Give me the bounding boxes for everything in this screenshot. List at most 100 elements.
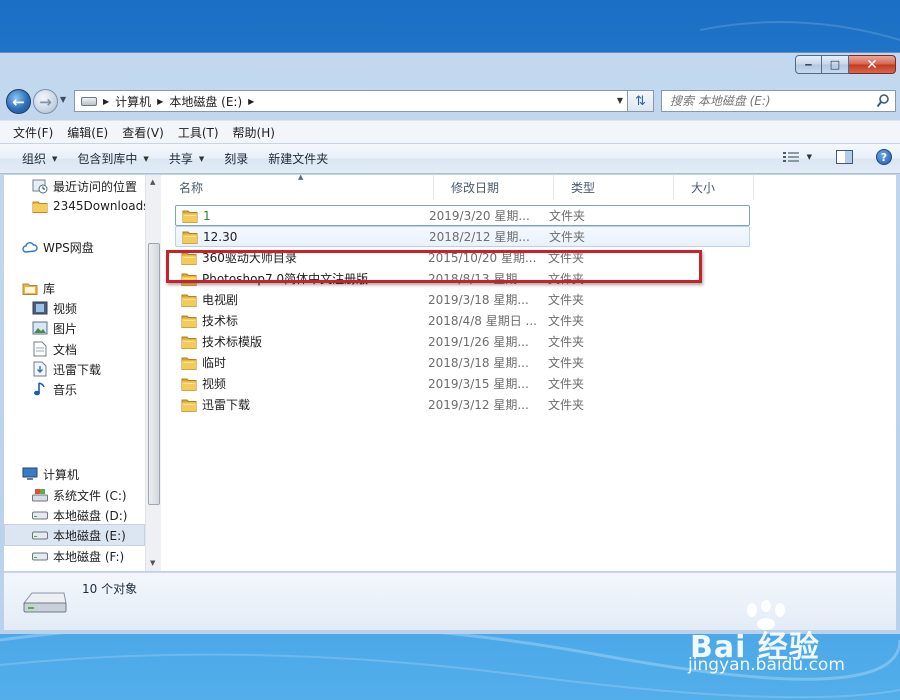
file-name-cell[interactable]: 1 <box>176 209 429 223</box>
forward-arrow-icon: → <box>39 92 52 111</box>
preview-pane-icon[interactable] <box>836 149 854 165</box>
forward-button[interactable]: → <box>33 89 58 114</box>
search-input[interactable] <box>670 94 870 108</box>
burn-button[interactable]: 刻录 <box>214 150 258 167</box>
burn-label: 刻录 <box>224 152 249 166</box>
menu-view[interactable]: 查看(V) <box>115 124 171 141</box>
address-dropdown-icon[interactable]: ▼ <box>617 96 623 105</box>
search-box[interactable] <box>661 90 896 112</box>
file-modified: 2019/3/18 星期... <box>428 293 529 307</box>
nav-library-music[interactable]: 音乐 <box>32 378 161 400</box>
folder-icon <box>181 315 197 328</box>
file-name: 临时 <box>202 356 227 370</box>
breadcrumb-computer[interactable]: 计算机 <box>115 93 151 110</box>
file-type: 文件夹 <box>548 335 585 349</box>
address-bar[interactable]: ▶ 计算机 ▶ 本地磁盘 (E:) ▶ ▼ <box>74 90 628 112</box>
file-row[interactable]: 技术标模版 2019/1/26 星期... 文件夹 <box>175 331 750 352</box>
file-row[interactable]: 电视剧 2019/3/18 星期... 文件夹 <box>175 289 750 310</box>
file-name: 技术标 <box>202 314 239 328</box>
file-name-cell[interactable]: 迅雷下载 <box>175 396 428 413</box>
file-name: 视频 <box>202 377 227 391</box>
maximize-button[interactable]: □ <box>822 55 849 74</box>
change-view-icon[interactable] <box>782 151 799 163</box>
nav-library-pictures[interactable]: 图片 <box>32 317 161 339</box>
nav-label: WPS网盘 <box>43 240 94 255</box>
share-button[interactable]: 共享 ▼ <box>159 150 214 167</box>
file-row[interactable]: 临时 2018/3/18 星期... 文件夹 <box>175 352 750 373</box>
menu-help[interactable]: 帮助(H) <box>226 124 282 141</box>
share-label: 共享 <box>168 152 193 166</box>
item-count: 10 个对象 <box>82 582 138 596</box>
nav-scrollbar[interactable]: ▲ ▼ <box>145 175 161 571</box>
file-name-cell[interactable]: 技术标模版 <box>175 333 428 350</box>
nav-library-videos[interactable]: 视频 <box>32 297 161 319</box>
system-drive-icon <box>32 487 48 503</box>
help-icon[interactable]: ? <box>876 149 892 165</box>
nav-drive-f[interactable]: 本地磁盘 (F:) <box>32 545 161 567</box>
column-headers: 名称 ▲ 修改日期 类型 大小 <box>162 173 896 199</box>
column-header-type[interactable]: 类型 <box>554 175 674 199</box>
nav-computer[interactable]: 计算机 <box>22 463 161 485</box>
minimize-button[interactable]: ‒ <box>795 55 822 74</box>
nav-2345downloads[interactable]: 2345Downloads <box>32 195 161 217</box>
menu-bar: 文件(F) 编辑(E) 查看(V) 工具(T) 帮助(H) <box>0 120 900 143</box>
download-icon <box>32 361 48 377</box>
nav-library-documents[interactable]: 文档 <box>32 338 161 360</box>
nav-label: 本地磁盘 (D:) <box>53 508 128 523</box>
column-type-label: 类型 <box>571 180 596 195</box>
include-in-library-button[interactable]: 包含到库中 ▼ <box>67 150 158 167</box>
file-row[interactable]: 迅雷下载 2019/3/12 星期... 文件夹 <box>175 394 750 415</box>
file-name-cell[interactable]: 12.30 <box>176 230 429 244</box>
video-icon <box>32 300 48 316</box>
column-header-name[interactable]: 名称 ▲ <box>162 173 434 199</box>
column-size-label: 大小 <box>691 180 716 195</box>
menu-tools[interactable]: 工具(T) <box>171 124 226 141</box>
nav-drive-c[interactable]: 系统文件 (C:) <box>32 484 161 506</box>
search-icon[interactable] <box>876 93 890 109</box>
nav-label: 本地磁盘 (E:) <box>53 528 126 543</box>
nav-drive-e[interactable]: 本地磁盘 (E:) <box>4 524 145 546</box>
include-in-library-label: 包含到库中 <box>77 152 138 166</box>
view-options-chevron-icon[interactable]: ▼ <box>807 153 812 161</box>
file-name-cell[interactable]: 电视剧 <box>175 291 428 308</box>
folder-icon <box>182 210 198 223</box>
file-row[interactable]: 12.30 2018/2/12 星期... 文件夹 <box>175 226 750 247</box>
file-row[interactable]: 1 2019/3/20 星期... 文件夹 <box>175 205 750 226</box>
breadcrumb-separator-icon[interactable]: ▶ <box>103 97 109 106</box>
column-header-size[interactable]: 大小 <box>674 175 754 199</box>
menu-edit[interactable]: 编辑(E) <box>60 124 115 141</box>
file-name-cell[interactable]: 临时 <box>175 354 428 371</box>
scroll-down-icon[interactable]: ▼ <box>150 559 155 567</box>
nav-library-thunder-downloads[interactable]: 迅雷下载 <box>32 358 161 380</box>
scroll-up-icon[interactable]: ▲ <box>150 178 155 186</box>
refresh-button[interactable]: ⇅ <box>628 90 654 112</box>
breadcrumb-drive-e[interactable]: 本地磁盘 (E:) <box>169 93 242 110</box>
file-name-cell[interactable]: 技术标 <box>175 312 428 329</box>
file-row[interactable]: 视频 2019/3/15 星期... 文件夹 <box>175 373 750 394</box>
nav-label: 迅雷下载 <box>53 362 102 377</box>
nav-wps-cloud[interactable]: WPS网盘 <box>22 236 161 258</box>
column-header-modified[interactable]: 修改日期 <box>434 175 554 199</box>
menu-file[interactable]: 文件(F) <box>6 124 60 141</box>
breadcrumb-separator-icon[interactable]: ▶ <box>248 97 254 106</box>
nav-label: 文档 <box>53 342 78 357</box>
picture-icon <box>32 320 48 336</box>
folder-icon <box>181 294 197 307</box>
close-button[interactable]: ✕ <box>849 55 896 74</box>
new-folder-button[interactable]: 新建文件夹 <box>258 150 338 167</box>
cloud-icon <box>22 239 38 255</box>
file-name: 电视剧 <box>202 293 239 307</box>
breadcrumb-separator-icon[interactable]: ▶ <box>157 97 163 106</box>
organize-button[interactable]: 组织 ▼ <box>12 150 67 167</box>
drive-icon <box>32 507 48 523</box>
file-row[interactable]: 技术标 2018/4/8 星期日 ... 文件夹 <box>175 310 750 331</box>
drive-icon <box>32 548 48 564</box>
music-icon <box>32 381 48 397</box>
nav-libraries[interactable]: 库 <box>22 277 161 299</box>
nav-recent-places[interactable]: 最近访问的位置 <box>32 175 161 197</box>
scrollbar-thumb[interactable] <box>148 243 160 505</box>
recent-pages-dropdown-icon[interactable]: ▼ <box>60 95 66 104</box>
file-name-cell[interactable]: 视频 <box>175 375 428 392</box>
back-button[interactable]: ← <box>6 89 31 114</box>
nav-drive-d[interactable]: 本地磁盘 (D:) <box>32 504 161 526</box>
